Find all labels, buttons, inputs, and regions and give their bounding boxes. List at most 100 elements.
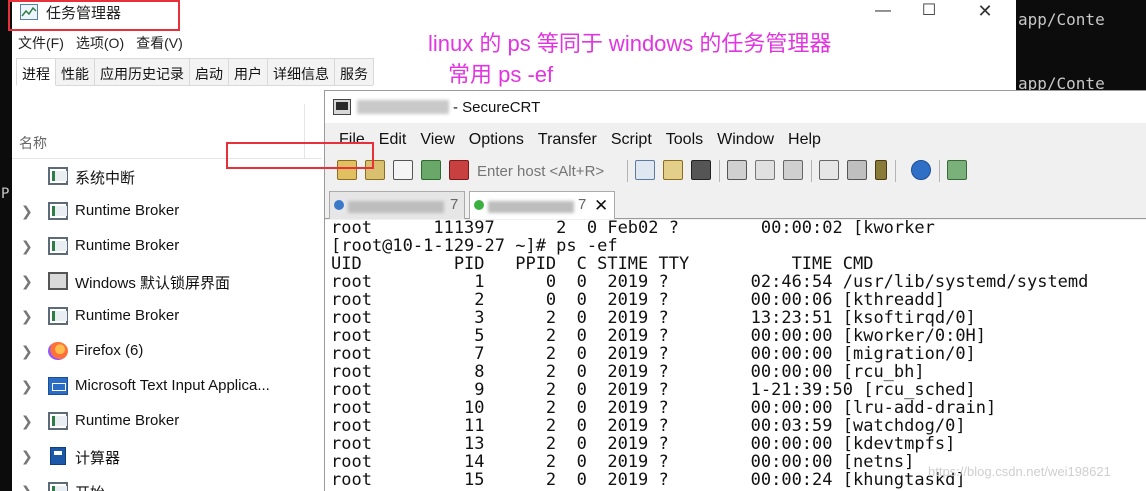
- system-icon: [48, 237, 68, 255]
- session-tab[interactable]: 7: [329, 191, 465, 219]
- process-row[interactable]: ❯ Runtime Broker: [12, 230, 322, 265]
- system-icon: [48, 412, 68, 430]
- print-icon[interactable]: [727, 160, 747, 180]
- connect-tab-icon[interactable]: [393, 160, 413, 180]
- terminal-line: root 111397 2 0 Feb02 ? 00:00:02 [kworke…: [331, 220, 935, 238]
- key-icon[interactable]: [875, 160, 887, 180]
- chevron-right-icon[interactable]: ❯: [21, 483, 33, 491]
- securecrt-menubar: File Edit View Options Transfer Script T…: [339, 131, 821, 149]
- process-name: 系统中断: [75, 170, 136, 187]
- securecrt-toolbar: [325, 156, 1146, 186]
- process-name: 开始: [75, 482, 105, 491]
- toolbar-separator: [939, 160, 940, 182]
- process-row[interactable]: ❯ Firefox (6): [12, 335, 322, 370]
- menu-view[interactable]: View: [420, 131, 454, 149]
- chevron-right-icon[interactable]: ❯: [21, 308, 33, 325]
- session-tabs: 7 7 ✕: [325, 189, 1146, 219]
- terminal-line: root 13 2 0 2019 ? 00:00:00 [kdevtmpfs]: [331, 434, 956, 454]
- toolbar-separator: [719, 160, 720, 182]
- column-header-name[interactable]: 名称: [19, 133, 47, 153]
- copy-icon[interactable]: [635, 160, 655, 180]
- global-options-icon[interactable]: [847, 160, 867, 180]
- background-text-1: app/Conte: [1018, 10, 1105, 29]
- reconnect-icon[interactable]: [421, 160, 441, 180]
- chevron-right-icon[interactable]: ❯: [21, 238, 33, 255]
- terminal-line: root 3 2 0 2019 ? 13:23:51 [ksoftirqd/0]: [331, 308, 976, 328]
- process-name: Microsoft Text Input Applica...: [75, 377, 270, 394]
- close-button[interactable]: ✕: [962, 0, 1008, 24]
- print-selection-icon[interactable]: [755, 160, 775, 180]
- securecrt-titlebar[interactable]: - SecureCRT: [325, 91, 1146, 123]
- terminal-output[interactable]: root 111397 2 0 Feb02 ? 00:00:02 [kworke…: [325, 220, 1146, 491]
- close-tab-icon[interactable]: ✕: [594, 196, 608, 216]
- chevron-right-icon[interactable]: ❯: [21, 203, 33, 220]
- help-icon[interactable]: [911, 160, 931, 180]
- menu-window[interactable]: Window: [717, 131, 774, 149]
- disconnect-icon[interactable]: [449, 160, 469, 180]
- process-row[interactable]: ❯ 开始: [12, 475, 322, 491]
- find-icon[interactable]: [691, 160, 711, 180]
- enter-host-field[interactable]: [475, 160, 621, 182]
- lockscreen-icon: [48, 272, 68, 290]
- printer-icon[interactable]: [783, 160, 803, 180]
- securecrt-app-icon: [333, 99, 351, 115]
- chevron-right-icon[interactable]: ❯: [21, 273, 33, 290]
- securecrt-window: - SecureCRT File Edit View Options Trans…: [324, 90, 1146, 491]
- task-manager-tabs: 进程 性能 应用历史记录 启动 用户 详细信息 服务: [16, 58, 374, 86]
- menu-view[interactable]: 查看(V): [136, 31, 183, 53]
- session-tab-label: 7: [578, 196, 587, 213]
- start-icon: [48, 482, 68, 491]
- annotation-line-1: linux 的 ps 等同于 windows 的任务管理器: [428, 31, 832, 56]
- tab-app-history[interactable]: 应用历史记录: [94, 58, 190, 85]
- tab-processes[interactable]: 进程: [16, 58, 56, 86]
- tab-details[interactable]: 详细信息: [267, 58, 335, 85]
- redacted-session-name: [348, 201, 444, 213]
- menu-edit[interactable]: Edit: [379, 131, 407, 149]
- menu-options[interactable]: 选项(O): [76, 31, 124, 53]
- task-manager-menubar: 文件(F) 选项(O) 查看(V): [18, 31, 183, 53]
- tab-services[interactable]: 服务: [334, 58, 374, 85]
- watermark-text: https://blog.csdn.net/wei198621: [928, 464, 1111, 479]
- maximize-button[interactable]: ☐: [906, 0, 952, 24]
- menu-file[interactable]: 文件(F): [18, 31, 64, 53]
- terminal-header-line: UID PID PPID C STIME TTY TIME CMD: [331, 254, 874, 274]
- menu-tools[interactable]: Tools: [666, 131, 703, 149]
- tab-users[interactable]: 用户: [228, 58, 268, 85]
- terminal-line: root 8 2 0 2019 ? 00:00:00 [rcu_bh]: [331, 362, 925, 382]
- toolbar-separator: [811, 160, 812, 182]
- terminal-line: root 10 2 0 2019 ? 00:00:00 [lru-add-dra…: [331, 398, 997, 418]
- terminal-line: root 14 2 0 2019 ? 00:00:00 [netns]: [331, 452, 915, 472]
- redacted-hostname: [357, 100, 449, 114]
- process-row[interactable]: ❯ Runtime Broker: [12, 405, 322, 440]
- menu-options[interactable]: Options: [469, 131, 524, 149]
- process-name: Runtime Broker: [75, 237, 180, 254]
- process-row[interactable]: ❯ Runtime Broker: [12, 195, 322, 230]
- process-row[interactable]: ❯ Windows 默认锁屏界面: [12, 265, 322, 300]
- chevron-right-icon[interactable]: ❯: [21, 378, 33, 395]
- menu-help[interactable]: Help: [788, 131, 821, 149]
- paste-icon[interactable]: [663, 160, 683, 180]
- minimize-button[interactable]: —: [860, 0, 906, 24]
- session-tab-active[interactable]: 7 ✕: [469, 191, 615, 219]
- calculator-icon: [50, 447, 66, 465]
- toolbar-separator: [627, 160, 628, 182]
- terminal-prompt-line: [root@10-1-129-27 ~]# ps -ef: [331, 236, 618, 256]
- tab-performance[interactable]: 性能: [55, 58, 95, 85]
- tab-startup[interactable]: 启动: [189, 58, 229, 85]
- session-options-icon[interactable]: [819, 160, 839, 180]
- text-input-icon: [48, 377, 68, 395]
- process-name: Firefox (6): [75, 342, 144, 359]
- process-row[interactable]: ❯ 计算器: [12, 440, 322, 475]
- process-row[interactable]: ❯ Microsoft Text Input Applica...: [12, 370, 322, 405]
- menu-script[interactable]: Script: [611, 131, 652, 149]
- chevron-right-icon[interactable]: ❯: [21, 448, 33, 465]
- screen-icon[interactable]: [947, 160, 967, 180]
- securecrt-title: - SecureCRT: [453, 99, 541, 116]
- redacted-session-name: [488, 201, 574, 213]
- process-row[interactable]: ❯ Runtime Broker: [12, 300, 322, 335]
- chevron-right-icon[interactable]: ❯: [21, 343, 33, 360]
- session-status-icon: [474, 200, 484, 210]
- chevron-right-icon[interactable]: ❯: [21, 413, 33, 430]
- terminal-line: root 15 2 0 2019 ? 00:00:24 [khungtaskd]: [331, 470, 966, 490]
- menu-transfer[interactable]: Transfer: [538, 131, 597, 149]
